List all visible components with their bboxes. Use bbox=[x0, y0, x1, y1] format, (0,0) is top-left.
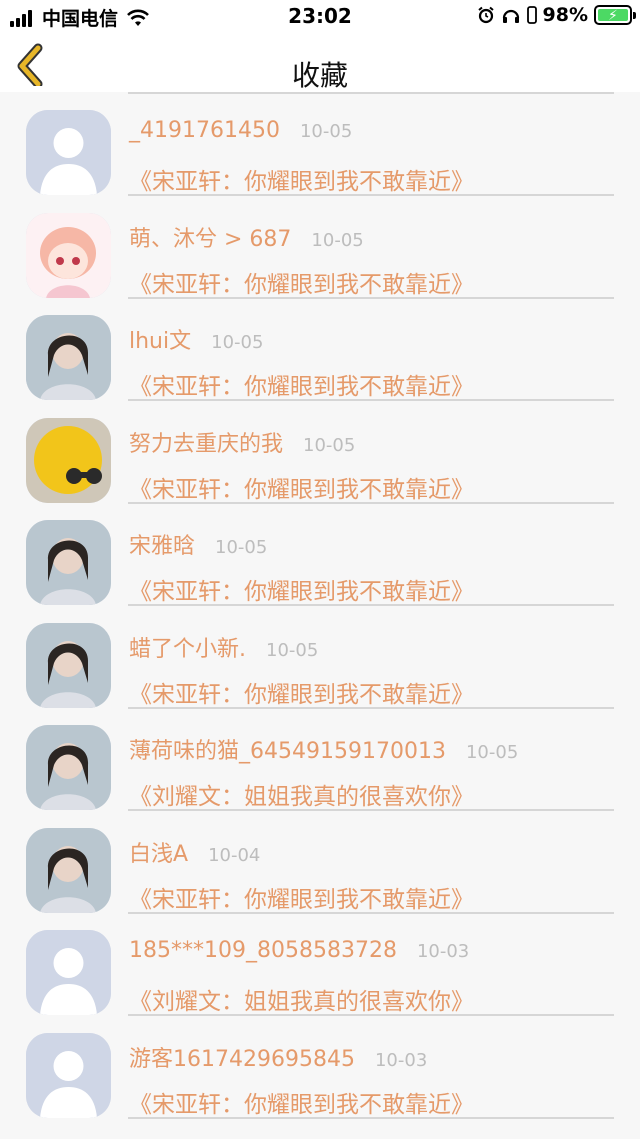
work-title-link[interactable]: 《宋亚轩：你耀眼到我不敢靠近》 bbox=[129, 470, 474, 504]
headphones-icon bbox=[502, 9, 519, 23]
user-name[interactable]: 薄荷味的猫_64549159170013 bbox=[129, 733, 446, 765]
photo-avatar[interactable] bbox=[26, 725, 111, 810]
favorite-date: 10-05 bbox=[299, 121, 353, 142]
photo-avatar[interactable] bbox=[26, 520, 111, 605]
default-avatar[interactable] bbox=[26, 930, 111, 1015]
default-avatar[interactable] bbox=[26, 1032, 111, 1118]
user-name[interactable]: 蜡了个小新. bbox=[129, 631, 246, 663]
work-title-link[interactable]: 《刘耀文：姐姐我真的很喜欢你》 bbox=[129, 777, 474, 811]
name-line: 游客1617429695845 10-03 bbox=[129, 1041, 427, 1073]
battery-icon: ⚡ bbox=[594, 5, 636, 25]
list-item[interactable]: 宋雅晗 10-05 《宋亚轩：你耀眼到我不敢靠近》 bbox=[0, 502, 640, 606]
list-item[interactable]: 185***109_8058583728 10-03 《刘耀文：姐姐我真的很喜欢你》 bbox=[0, 912, 640, 1016]
favorite-date: 10-03 bbox=[374, 1049, 428, 1071]
divider bbox=[128, 1116, 614, 1119]
name-line: lhui文 10-05 bbox=[129, 323, 263, 355]
name-line: 白浅A 10-04 bbox=[129, 836, 260, 868]
list-item[interactable]: 蜡了个小新. 10-05 《宋亚轩：你耀眼到我不敢靠近》 bbox=[0, 605, 640, 709]
nav-bar: 收藏 bbox=[0, 34, 640, 92]
work-title-link[interactable]: 《刘耀文：姐姐我真的很喜欢你》 bbox=[129, 982, 474, 1016]
default-avatar[interactable] bbox=[26, 110, 111, 195]
status-bar: 中国电信 23:02 98% ⚡ bbox=[0, 0, 640, 34]
user-name[interactable]: 努力去重庆的我 bbox=[129, 426, 283, 458]
favorite-date: 10-05 bbox=[311, 229, 364, 251]
user-name[interactable]: _4191761450 bbox=[129, 118, 280, 143]
work-title-link[interactable]: 《宋亚轩：你耀眼到我不敢靠近》 bbox=[129, 880, 474, 914]
user-name[interactable]: 白浅A bbox=[129, 836, 188, 868]
list-item[interactable]: 薄荷味的猫_64549159170013 10-05 《刘耀文：姐姐我真的很喜欢你》 bbox=[0, 707, 640, 811]
page-title: 收藏 bbox=[291, 59, 348, 92]
name-line: 蜡了个小新. 10-05 bbox=[129, 631, 318, 663]
work-title-link[interactable]: 《宋亚轩：你耀眼到我不敢靠近》 bbox=[129, 162, 474, 196]
list-item[interactable]: _4191761450 10-05 《宋亚轩：你耀眼到我不敢靠近》 bbox=[0, 92, 640, 196]
user-name[interactable]: 185***109_8058583728 bbox=[129, 938, 397, 963]
favorite-date: 10-05 bbox=[215, 537, 268, 558]
favorite-date: 10-03 bbox=[416, 941, 470, 962]
favorite-date: 10-05 bbox=[465, 742, 519, 763]
list-item[interactable]: 努力去重庆的我 10-05 《宋亚轩：你耀眼到我不敢靠近》 bbox=[0, 400, 640, 504]
work-title-link[interactable]: 《宋亚轩：你耀眼到我不敢靠近》 bbox=[129, 265, 474, 299]
user-name[interactable]: 萌、沐兮 > 687 bbox=[129, 221, 291, 253]
photo-avatar[interactable] bbox=[26, 827, 111, 913]
battery-percent: 98% bbox=[542, 4, 588, 26]
yellow-chick-avatar[interactable] bbox=[26, 417, 111, 503]
list-item[interactable]: 游客1617429695845 10-03 《宋亚轩：你耀眼到我不敢靠近》 bbox=[0, 1015, 640, 1119]
anime-girl-avatar[interactable] bbox=[26, 212, 111, 298]
name-line: 萌、沐兮 > 687 10-05 bbox=[129, 221, 364, 253]
user-name[interactable]: 宋雅晗 bbox=[129, 528, 195, 560]
favorite-date: 10-05 bbox=[211, 332, 264, 353]
list-item[interactable]: lhui文 10-05 《宋亚轩：你耀眼到我不敢靠近》 bbox=[0, 297, 640, 401]
favorite-date: 10-04 bbox=[208, 844, 261, 866]
user-name[interactable]: 游客1617429695845 bbox=[129, 1041, 355, 1073]
name-line: 薄荷味的猫_64549159170013 10-05 bbox=[129, 733, 518, 765]
status-right: 98% ⚡ bbox=[477, 4, 636, 26]
alarm-icon bbox=[477, 6, 494, 24]
work-title-link[interactable]: 《宋亚轩：你耀眼到我不敢靠近》 bbox=[129, 675, 474, 709]
list-item[interactable]: 萌、沐兮 > 687 10-05 《宋亚轩：你耀眼到我不敢靠近》 bbox=[0, 195, 640, 299]
favorite-date: 10-05 bbox=[266, 639, 319, 661]
favorite-date: 10-05 bbox=[303, 434, 356, 456]
work-title-link[interactable]: 《宋亚轩：你耀眼到我不敢靠近》 bbox=[129, 1085, 474, 1119]
name-line: 宋雅晗 10-05 bbox=[129, 528, 267, 560]
work-title-link[interactable]: 《宋亚轩：你耀眼到我不敢靠近》 bbox=[129, 572, 474, 606]
photo-avatar[interactable] bbox=[26, 315, 111, 400]
photo-avatar[interactable] bbox=[26, 622, 111, 708]
name-line: 185***109_8058583728 10-03 bbox=[129, 938, 469, 963]
work-title-link[interactable]: 《宋亚轩：你耀眼到我不敢靠近》 bbox=[129, 367, 474, 401]
rotation-lock-icon bbox=[526, 6, 537, 24]
name-line: _4191761450 10-05 bbox=[129, 118, 352, 143]
favorites-list[interactable]: _4191761450 10-05 《宋亚轩：你耀眼到我不敢靠近》 萌、沐兮 > 68… bbox=[0, 92, 640, 1139]
user-name[interactable]: lhui文 bbox=[129, 323, 191, 355]
list-item[interactable]: 白浅A 10-04 《宋亚轩：你耀眼到我不敢靠近》 bbox=[0, 810, 640, 914]
name-line: 努力去重庆的我 10-05 bbox=[129, 426, 355, 458]
